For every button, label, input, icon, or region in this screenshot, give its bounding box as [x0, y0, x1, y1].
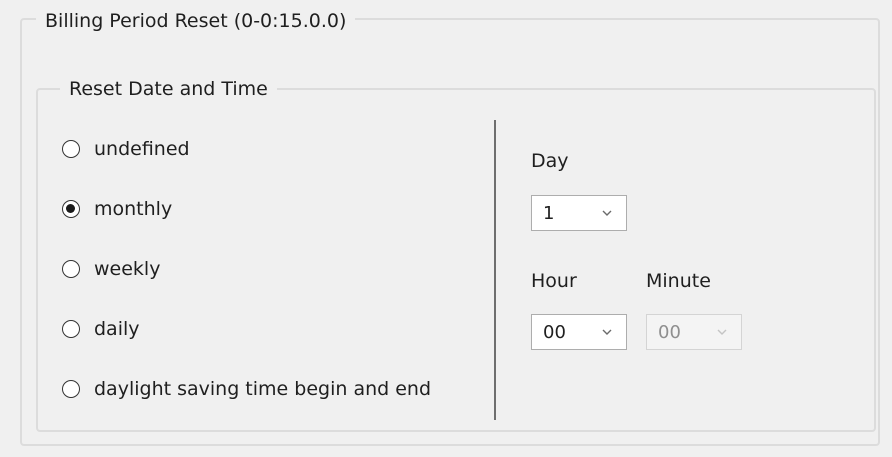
radio-label: monthly	[94, 198, 173, 220]
radio-label: undefined	[94, 138, 190, 160]
radio-label: daily	[94, 318, 140, 340]
radio-circle-icon[interactable]	[62, 200, 80, 218]
radio-label: daylight saving time begin and end	[94, 378, 432, 400]
hour-dropdown[interactable]: 00	[531, 314, 627, 350]
billing-period-reset-title: Billing Period Reset (0-0:15.0.0)	[36, 8, 356, 34]
hour-label: Hour	[531, 270, 577, 292]
radio-daily[interactable]: daily	[62, 314, 140, 344]
radio-monthly[interactable]: monthly	[62, 194, 172, 224]
radio-circle-icon[interactable]	[62, 260, 80, 278]
radio-weekly[interactable]: weekly	[62, 254, 160, 284]
radio-circle-icon[interactable]	[62, 320, 80, 338]
radio-daylight-saving[interactable]: daylight saving time begin and end	[62, 374, 431, 404]
chevron-down-icon	[602, 210, 612, 216]
vertical-divider	[494, 120, 496, 420]
reset-date-time-title: Reset Date and Time	[60, 76, 277, 102]
day-label: Day	[531, 150, 569, 172]
hour-value: 00	[543, 321, 566, 343]
day-value: 1	[543, 202, 555, 224]
day-dropdown[interactable]: 1	[531, 195, 627, 231]
chevron-down-icon	[602, 329, 612, 335]
radio-label: weekly	[94, 258, 161, 280]
billing-period-reset-panel: Billing Period Reset (0-0:15.0.0) Reset …	[0, 0, 892, 457]
minute-dropdown: 00	[646, 314, 742, 350]
chevron-down-icon	[717, 329, 727, 335]
minute-label: Minute	[646, 270, 711, 292]
radio-circle-icon[interactable]	[62, 380, 80, 398]
minute-value: 00	[658, 321, 681, 343]
radio-undefined[interactable]: undefined	[62, 134, 190, 164]
radio-circle-icon[interactable]	[62, 140, 80, 158]
